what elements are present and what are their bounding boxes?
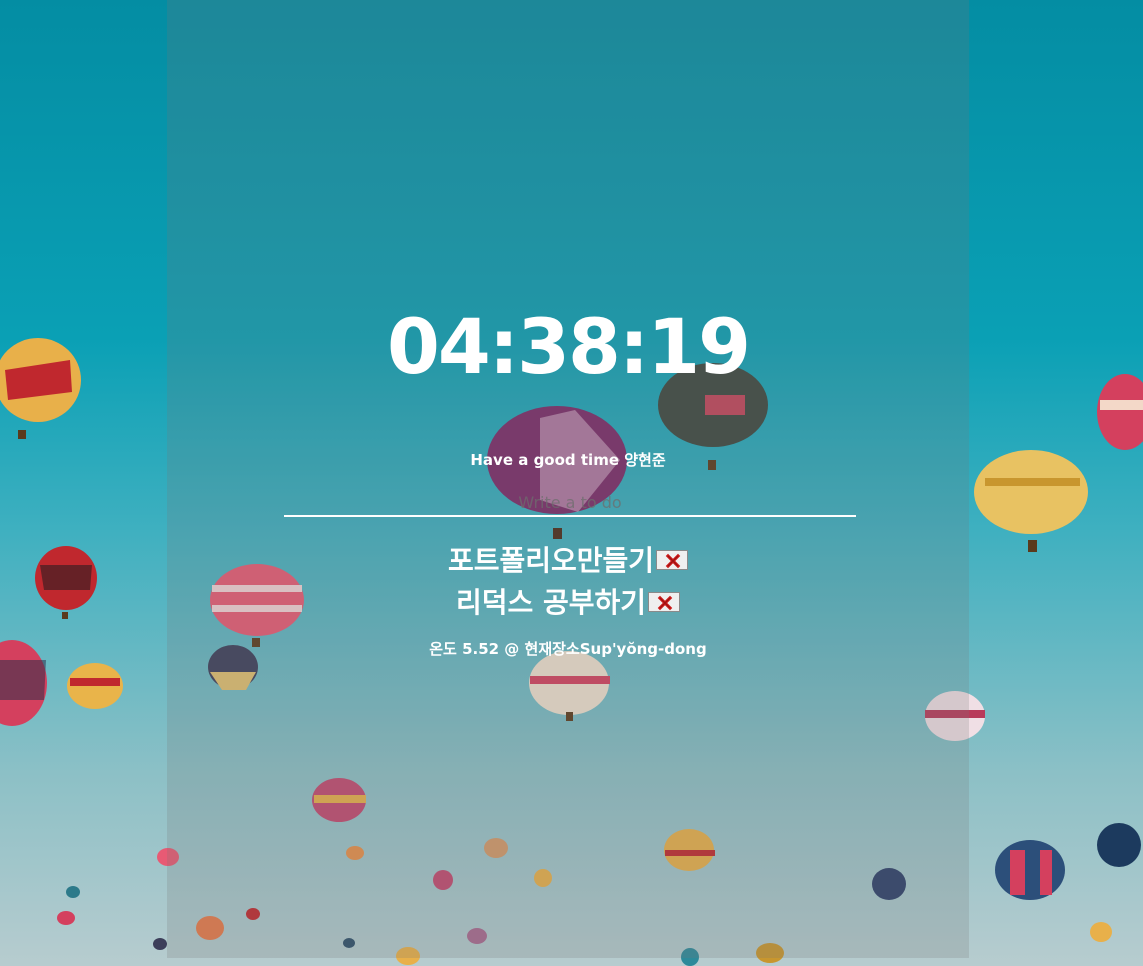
todo-item: 리덕스 공부하기 (167, 582, 969, 624)
balloon (0, 640, 47, 726)
balloon (0, 338, 81, 439)
balloon (974, 450, 1088, 552)
todo-list: 포트폴리오만들기 리덕스 공부하기 (167, 540, 969, 624)
delete-todo-button[interactable] (656, 550, 689, 570)
weather-info: 온도 5.52 @ 현재장소Sup'yŏng-dong (429, 640, 707, 658)
balloon (35, 546, 97, 619)
balloon (67, 663, 123, 709)
todo-item-text: 포트폴리오만들기 (447, 544, 655, 577)
clock-display: 04:38:19 (386, 302, 751, 391)
delete-todo-button[interactable] (648, 592, 681, 612)
greeting-text: Have a good time 양현준 (470, 451, 666, 469)
red-x-icon (657, 595, 673, 611)
todo-input[interactable] (284, 490, 856, 517)
red-x-icon (665, 553, 681, 569)
balloon (1097, 823, 1141, 867)
center-panel (167, 0, 969, 958)
balloon (995, 840, 1065, 900)
balloon (1097, 374, 1143, 450)
todo-form (284, 490, 856, 518)
todo-item: 포트폴리오만들기 (167, 540, 969, 582)
todo-item-text: 리덕스 공부하기 (455, 586, 647, 619)
